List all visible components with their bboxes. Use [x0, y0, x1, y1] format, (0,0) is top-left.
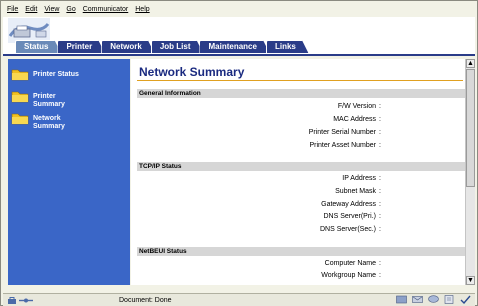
tab-status[interactable]: Status [15, 40, 61, 54]
menu-edit[interactable]: Edit [25, 6, 37, 13]
checkmark-icon[interactable] [460, 295, 471, 305]
field-gateway-address: Gateway Address: [321, 201, 381, 208]
field-label: Gateway Address [321, 201, 376, 208]
menu-view[interactable]: View [44, 6, 59, 13]
sidebar-item-network-summary[interactable]: Network Summary [11, 111, 73, 131]
field-label: IP Address [342, 175, 376, 182]
sidebar-item-printer-status[interactable]: Printer Status [11, 67, 79, 81]
field-fw-version: F/W Version: [337, 103, 381, 110]
sidebar: Printer Status Printer Summary Network S… [8, 59, 130, 285]
menu-bar: File Edit View Go Communicator Help [3, 3, 478, 16]
field-dns-secondary: DNS Server(Sec.): [319, 226, 381, 233]
field-label: DNS Server(Sec.) [319, 226, 376, 233]
field-subnet-mask: Subnet Mask: [335, 188, 381, 195]
field-dns-primary: DNS Server(Pri.): [323, 213, 381, 220]
folder-icon [11, 113, 29, 125]
tab-network[interactable]: Network [101, 40, 155, 54]
sidebar-item-label: Printer Summary [33, 93, 65, 108]
menu-go[interactable]: Go [66, 6, 75, 13]
menu-help[interactable]: Help [135, 6, 149, 13]
page-title: Network Summary [139, 65, 245, 79]
field-asset-number: Printer Asset Number: [309, 142, 381, 149]
sidebar-item-label: Network Summary [33, 115, 65, 130]
tab-maintenance[interactable]: Maintenance [199, 40, 269, 54]
field-ip-address: IP Address: [342, 175, 381, 182]
menu-communicator[interactable]: Communicator [83, 6, 129, 13]
field-label: Workgroup Name [321, 272, 376, 279]
tab-printer[interactable]: Printer [57, 40, 105, 54]
browser-window: File Edit View Go Communicator Help Stat… [0, 0, 478, 306]
field-serial-number: Printer Serial Number: [308, 129, 381, 136]
status-bar: Document: Done [3, 293, 475, 306]
section-header-tcpip: TCP/IP Status [137, 162, 465, 171]
vertical-scrollbar[interactable]: ▲ ▼ [465, 59, 475, 285]
scroll-up-arrow-icon[interactable]: ▲ [466, 59, 475, 68]
field-label: DNS Server(Pri.) [323, 213, 376, 220]
composer-icon[interactable] [444, 295, 455, 304]
sidebar-item-printer-summary[interactable]: Printer Summary [11, 89, 69, 109]
field-label: MAC Address [333, 116, 376, 123]
tab-links[interactable]: Links [266, 40, 309, 54]
folder-icon [11, 69, 29, 81]
field-label: Computer Name [324, 260, 376, 267]
title-underline [137, 80, 463, 81]
printer-logo-icon [8, 18, 50, 43]
field-label: Subnet Mask [335, 188, 376, 195]
tab-bar: Status Printer Network Job List Maintena… [15, 41, 305, 54]
security-lock-icon [8, 296, 33, 304]
mail-icon[interactable] [412, 295, 423, 304]
scroll-down-arrow-icon[interactable]: ▼ [466, 276, 475, 285]
field-computer-name: Computer Name: [324, 260, 381, 267]
section-header-general: General Information [137, 89, 465, 98]
field-label: Printer Asset Number [309, 142, 376, 149]
header-divider [3, 54, 475, 56]
menu-file[interactable]: File [7, 6, 18, 13]
navigator-icon[interactable] [396, 295, 407, 304]
folder-icon [11, 91, 29, 103]
status-text: Document: Done [119, 296, 172, 304]
field-label: Printer Serial Number [308, 129, 376, 136]
tab-job-list[interactable]: Job List [151, 40, 204, 54]
discussion-icon[interactable] [428, 295, 439, 304]
status-left [3, 294, 103, 306]
component-bar [396, 295, 471, 305]
sidebar-item-label: Printer Status [33, 71, 79, 78]
content-pane: Network Summary General Information F/W … [131, 59, 465, 285]
field-label: F/W Version [337, 103, 376, 110]
page-header: Status Printer Network Job List Maintena… [3, 17, 475, 56]
field-workgroup-name: Workgroup Name: [321, 272, 381, 279]
scrollbar-thumb[interactable] [466, 69, 475, 187]
field-mac-address: MAC Address: [333, 116, 381, 123]
section-header-netbeui: NetBEUI Status [137, 247, 465, 256]
